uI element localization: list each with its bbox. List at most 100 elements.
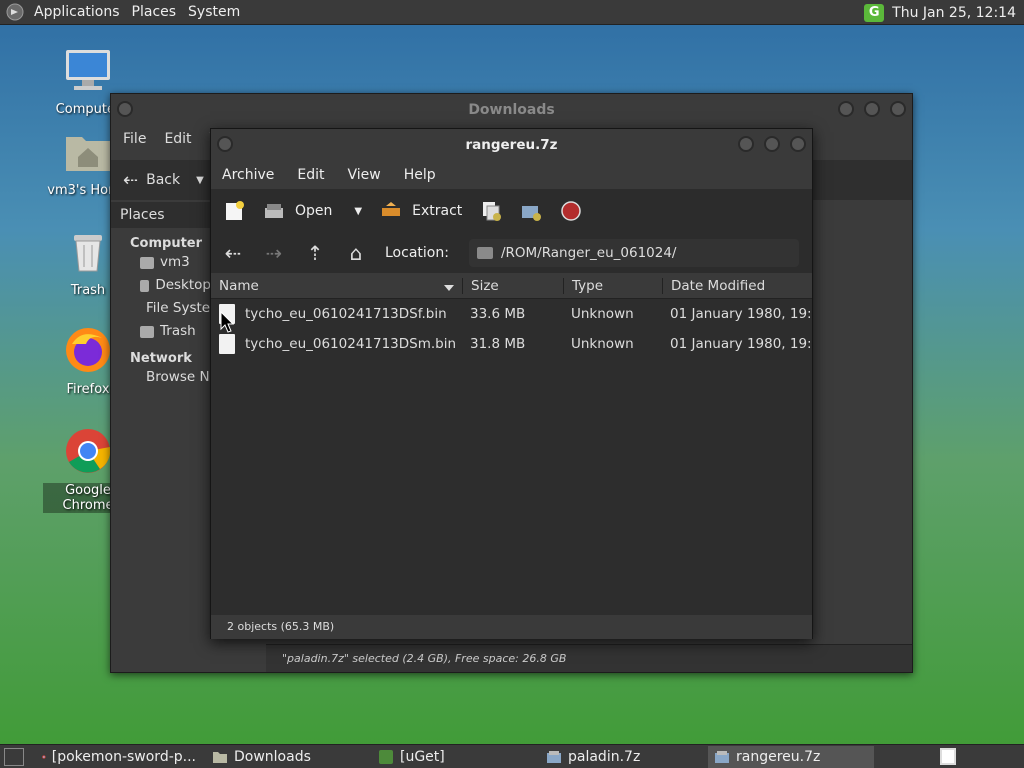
column-header-type[interactable]: Type xyxy=(563,277,662,294)
window-title: rangereu.7z xyxy=(465,137,558,153)
file-name: tycho_eu_0610241713DSf.bin xyxy=(245,306,447,322)
sidebar-item-desktop[interactable]: Desktop xyxy=(111,274,211,297)
menu-archive[interactable]: Archive xyxy=(222,167,285,183)
back-button[interactable]: ⇠ Back ▼ xyxy=(123,170,204,191)
show-desktop-icon[interactable] xyxy=(4,747,24,766)
section-network: Network xyxy=(130,351,192,366)
places-header[interactable]: Places xyxy=(111,202,211,228)
sidebar-item-label: vm3 xyxy=(160,254,190,270)
minimize-button[interactable] xyxy=(738,136,754,152)
chrome-icon xyxy=(42,754,46,759)
folder-icon xyxy=(476,247,493,259)
task-downloads[interactable]: Downloads xyxy=(206,746,368,768)
minimize-button[interactable] xyxy=(838,101,854,117)
column-header-name[interactable]: Name xyxy=(211,278,462,294)
task-label: Downloads xyxy=(234,748,311,765)
file-size: 31.8 MB xyxy=(470,336,526,352)
menu-view[interactable]: View xyxy=(348,167,392,183)
menu-file[interactable]: File xyxy=(123,131,146,147)
trash-icon xyxy=(140,325,154,338)
task-chrome[interactable]: [pokemon-sword-p... xyxy=(36,746,202,768)
add-files-button[interactable] xyxy=(480,200,502,222)
system-tray: G Thu Jan 25, 12:14 xyxy=(864,0,1024,25)
downloads-titlebar[interactable]: Downloads xyxy=(111,94,912,126)
task-rangereu[interactable]: rangereu.7z xyxy=(708,745,874,768)
trash-icon xyxy=(74,235,102,272)
menu-edit[interactable]: Edit xyxy=(164,131,191,147)
task-label: rangereu.7z xyxy=(736,748,821,765)
clock[interactable]: Thu Jan 25, 12:14 xyxy=(892,5,1024,21)
file-list-header: Name Size Type Date Modified xyxy=(211,273,812,299)
uget-tray-icon[interactable]: G xyxy=(864,3,885,22)
close-button[interactable] xyxy=(790,136,806,152)
sidebar-item-label: Desktop xyxy=(155,277,211,293)
archive-window: rangereu.7z Archive Edit View Help Open … xyxy=(210,128,813,639)
sidebar-item-filesystem[interactable]: File System xyxy=(111,297,223,320)
archive-icon xyxy=(547,750,561,763)
open-icon xyxy=(265,204,283,218)
column-header-size[interactable]: Size xyxy=(462,277,563,294)
column-header-date[interactable]: Date Modified xyxy=(662,277,812,294)
open-label: Open xyxy=(295,203,333,219)
close-button[interactable] xyxy=(890,101,906,117)
places-sidebar: Places Computer vm3 Desktop File System … xyxy=(111,202,256,672)
file-date: 01 January 1980, 19:00 xyxy=(670,336,812,352)
back-arrow-icon[interactable]: ⇠ xyxy=(221,241,245,265)
top-panel: Applications Places System G Thu Jan 25,… xyxy=(0,0,1024,25)
archive-titlebar[interactable]: rangereu.7z xyxy=(211,129,812,161)
column-label: Name xyxy=(219,277,259,294)
window-menu-button[interactable] xyxy=(217,136,233,152)
menu-places[interactable]: Places xyxy=(126,4,183,20)
downloads-statusbar: "paladin.7z" selected (2.4 GB), Free spa… xyxy=(266,644,912,672)
back-label: Back xyxy=(146,172,181,188)
table-row[interactable]: tycho_eu_0610241713DSf.bin 33.6 MB Unkno… xyxy=(211,299,812,329)
sidebar-item-vm3[interactable]: vm3 xyxy=(111,251,211,274)
menu-edit[interactable]: Edit xyxy=(297,167,335,183)
location-label: Location: xyxy=(385,245,449,261)
task-uget[interactable]: [uGet] xyxy=(372,746,536,768)
task-label: [pokemon-sword-p... xyxy=(51,748,196,765)
task-paladin[interactable]: paladin.7z xyxy=(540,746,704,768)
chrome-icon xyxy=(66,429,111,473)
open-dropdown-icon[interactable]: ▼ xyxy=(354,206,362,217)
sidebar-item-browse-network[interactable]: Browse Network xyxy=(111,366,256,389)
add-folder-icon xyxy=(522,206,542,221)
folder-icon xyxy=(213,751,227,763)
file-type: Unknown xyxy=(571,306,634,322)
table-row[interactable]: tycho_eu_0610241713DSm.bin 31.8 MB Unkno… xyxy=(211,329,812,359)
stop-button[interactable] xyxy=(560,200,582,222)
firefox-icon xyxy=(66,328,110,372)
location-bar: ⇠ ⇢ ⇡ ⌂ Location: /ROM/Ranger_eu_061024/ xyxy=(211,233,812,273)
new-archive-button[interactable] xyxy=(223,200,245,222)
archive-menubar: Archive Edit View Help xyxy=(211,161,812,189)
extract-icon xyxy=(382,202,401,216)
forward-arrow-icon[interactable]: ⇢ xyxy=(262,241,286,265)
maximize-button[interactable] xyxy=(864,101,880,117)
open-button[interactable]: Open ▼ xyxy=(263,200,362,222)
window-menu-button[interactable] xyxy=(117,101,133,117)
stop-icon xyxy=(561,201,582,221)
mint-logo-icon[interactable] xyxy=(6,3,24,21)
task-label: [uGet] xyxy=(400,748,445,765)
file-size: 33.6 MB xyxy=(470,306,526,322)
add-folder-button[interactable] xyxy=(520,200,542,222)
task-label: paladin.7z xyxy=(568,748,641,765)
location-field[interactable]: /ROM/Ranger_eu_061024/ xyxy=(468,239,799,267)
sidebar-item-trash[interactable]: Trash xyxy=(111,320,211,343)
file-list: tycho_eu_0610241713DSf.bin 33.6 MB Unkno… xyxy=(211,299,812,615)
file-icon xyxy=(219,334,235,354)
home-icon[interactable]: ⌂ xyxy=(344,241,368,265)
workspace-switcher-icon[interactable] xyxy=(940,748,956,765)
menu-applications[interactable]: Applications xyxy=(28,4,126,20)
dropdown-arrow-icon[interactable]: ▼ xyxy=(196,175,204,186)
mouse-cursor-icon xyxy=(220,311,234,333)
extract-button[interactable]: Extract xyxy=(380,200,462,222)
menu-system[interactable]: System xyxy=(182,4,246,20)
uget-icon xyxy=(379,749,393,764)
maximize-button[interactable] xyxy=(764,136,780,152)
up-arrow-icon[interactable]: ⇡ xyxy=(303,241,327,265)
desktop-icon xyxy=(140,279,150,292)
section-computer: Computer xyxy=(130,236,203,251)
menu-help[interactable]: Help xyxy=(404,167,447,183)
location-path: /ROM/Ranger_eu_061024/ xyxy=(500,245,677,261)
